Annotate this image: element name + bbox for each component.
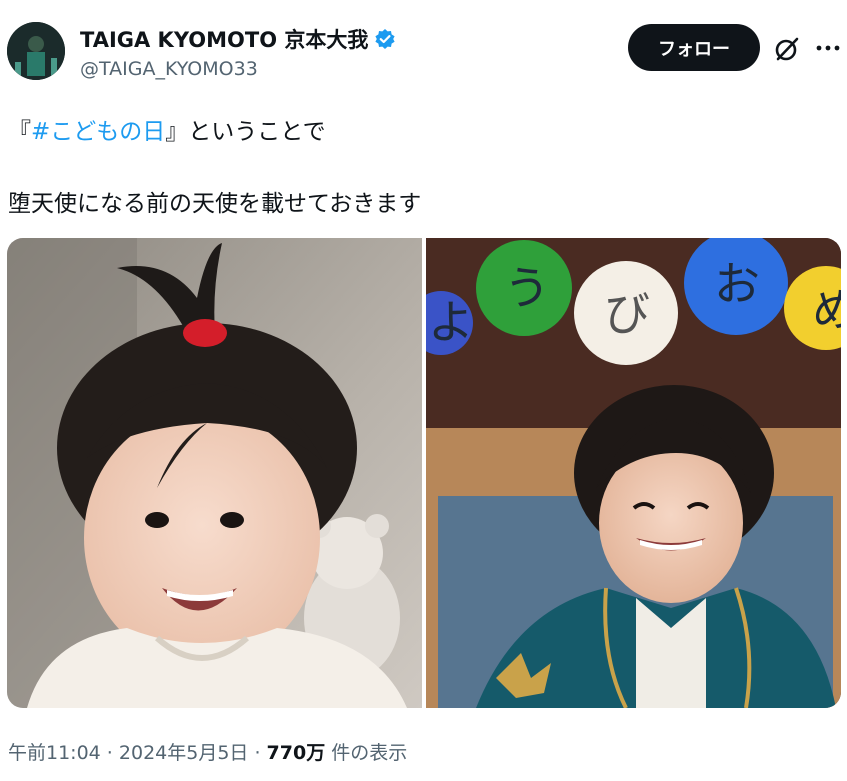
paper-letter-bi: び [604,287,650,341]
author-display-name[interactable]: TAIGA KYOMOTO 京本大我 [80,24,368,54]
more-options-icon[interactable] [816,44,840,52]
hashtag-link[interactable]: #こどもの日 [31,119,165,145]
meta-separator: · [100,742,119,764]
photo-right[interactable]: よ う び お め [426,238,841,708]
profile-photo-icon [7,22,65,80]
tweet-text-line-1: 『#こどもの日』ということで [8,112,326,146]
paper-letter-yo: よ [428,295,474,349]
paper-letter-u: う [504,261,550,315]
tweet-time[interactable]: 午前11:04 [8,742,101,764]
view-count: 770万 [266,742,326,764]
view-count-suffix: 件の表示 [325,742,408,764]
tweet: TAIGA KYOMOTO 京本大我 @TAIGA_KYOMO33 フォロー 『… [0,0,847,781]
child-costume-photo-image: よ う び お め [426,238,841,708]
author-name-row[interactable]: TAIGA KYOMOTO 京本大我 [80,24,396,54]
media-grid: よ う び お め [7,238,841,708]
photo-left[interactable] [7,238,422,708]
paper-letter-me: め [812,283,841,337]
meta-separator: · [248,742,267,764]
tweet-text-rest: 』ということで [165,119,326,145]
author-handle[interactable]: @TAIGA_KYOMO33 [80,58,258,80]
grok-icon[interactable] [773,35,801,63]
toddler-photo-image [7,238,422,708]
tweet-meta: 午前11:04 · 2024年5月5日 · 770万 件の表示 [8,738,407,765]
bracket-open: 『 [8,119,31,145]
follow-button[interactable]: フォロー [628,24,760,71]
tweet-text-line-2: 堕天使になる前の天使を載せておきます [8,191,422,217]
avatar[interactable] [7,22,65,80]
verified-badge-icon [375,29,395,49]
tweet-date[interactable]: 2024年5月5日 [119,742,249,764]
paper-letter-o: お [714,257,760,311]
